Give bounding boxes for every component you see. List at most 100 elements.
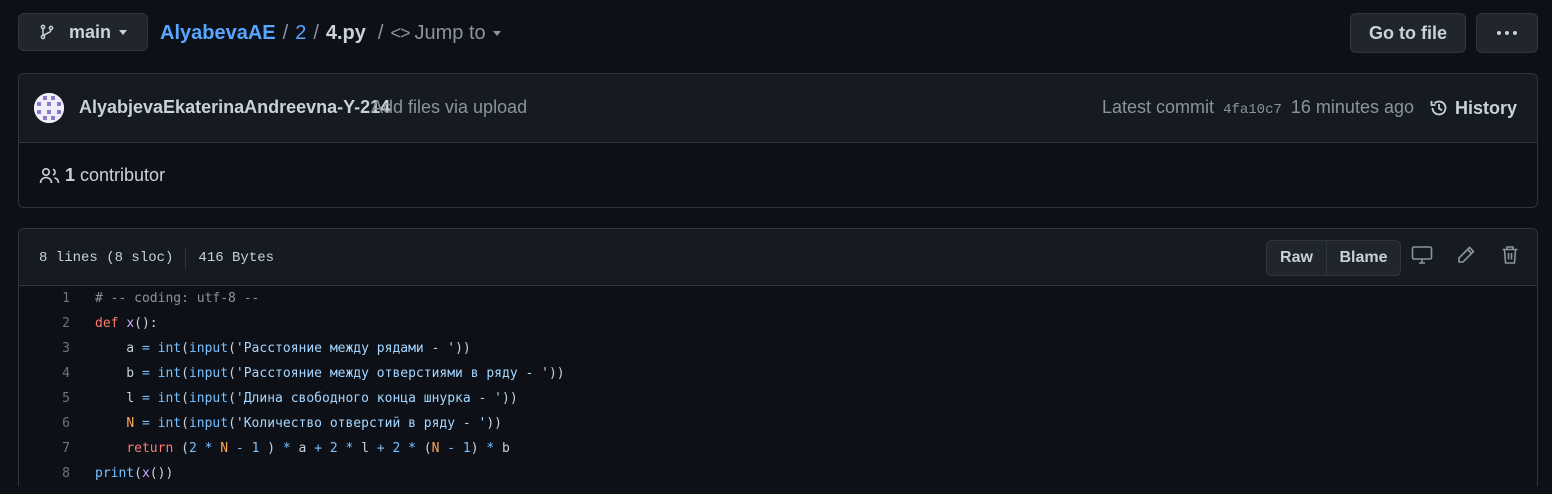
line-number[interactable]: 1 <box>19 291 95 306</box>
code-token: input <box>188 341 229 356</box>
breadcrumb: AlyabevaAE / 2 / 4.py / <> Jump to <box>160 13 501 53</box>
jump-to-label: Jump to <box>414 21 486 44</box>
blame-button[interactable]: Blame <box>1327 241 1400 275</box>
code-token: int <box>157 366 182 381</box>
code-token: * <box>408 441 416 456</box>
history-label: History <box>1454 97 1517 118</box>
code-icon: <> <box>390 22 410 43</box>
line-number[interactable]: 8 <box>19 466 95 481</box>
delete-file-button[interactable] <box>1498 243 1522 267</box>
line-code: print(x()) <box>95 466 173 481</box>
contributor-count: 1 <box>65 165 76 185</box>
code-line: 5 l = int(input('Длина свободного конца … <box>19 386 1537 411</box>
code-token: + <box>314 441 323 456</box>
code-token: )) <box>455 341 471 356</box>
latest-commit-box: AlyabjevaEkaterinaAndreevna-Y-214 Add fi… <box>18 73 1538 208</box>
line-number[interactable]: 6 <box>19 416 95 431</box>
go-to-file-button[interactable]: Go to file <box>1350 13 1466 53</box>
line-code: return (2 * N - 1 ) * a + 2 * l + 2 * (N… <box>95 441 510 456</box>
code-line: 3 a = int(input('Расстояние между рядами… <box>19 336 1537 361</box>
code-token: 'Количество отверстий в ряду - ' <box>235 416 487 431</box>
line-code: l = int(input('Длина свободного конца шн… <box>95 391 518 406</box>
code-line: 6 N = int(input('Количество отверстий в … <box>19 411 1537 436</box>
code-token: return <box>126 441 174 456</box>
breadcrumb-separator: / <box>377 21 384 44</box>
chevron-down-icon <box>119 29 128 35</box>
line-number[interactable]: 7 <box>19 441 95 456</box>
code-token: int <box>157 391 182 406</box>
code-token: + <box>376 441 385 456</box>
commit-time: 16 minutes ago <box>1290 97 1414 117</box>
code-token: l <box>353 441 377 456</box>
file-view-button-group: Raw Blame <box>1266 240 1401 276</box>
file-info: 8 lines (8 sloc) 416 Bytes <box>39 247 274 269</box>
code-token: def <box>95 316 119 331</box>
kebab-horizontal-icon <box>1497 31 1517 35</box>
commit-message-link[interactable]: Add files via upload <box>371 97 527 118</box>
commit-row: AlyabjevaEkaterinaAndreevna-Y-214 Add fi… <box>19 74 1537 143</box>
code-token: l <box>95 391 142 406</box>
code-token: b <box>494 441 510 456</box>
line-number[interactable]: 5 <box>19 391 95 406</box>
divider <box>185 247 187 269</box>
line-number[interactable]: 2 <box>19 316 95 331</box>
breadcrumb-repo-link[interactable]: AlyabevaAE <box>160 22 276 45</box>
code-token: - <box>447 441 456 456</box>
open-desktop-button[interactable] <box>1410 243 1434 267</box>
code-token: )) <box>502 391 518 406</box>
code-token: input <box>188 366 229 381</box>
raw-button[interactable]: Raw <box>1267 241 1327 275</box>
more-options-button[interactable] <box>1476 13 1538 53</box>
line-number[interactable]: 3 <box>19 341 95 356</box>
jump-to-dropdown[interactable]: <> Jump to <box>390 21 501 45</box>
code-token: ( <box>228 416 236 431</box>
code-token: # -- coding: utf-8 -- <box>95 291 260 306</box>
desktop-icon <box>1411 246 1433 264</box>
code-token: 'Длина свободного конца шнурка - ' <box>235 391 503 406</box>
commit-author-link[interactable]: AlyabjevaEkaterinaAndreevna-Y-214 <box>79 97 390 118</box>
file-viewer: 8 lines (8 sloc) 416 Bytes Raw Blame 1 # … <box>18 228 1538 486</box>
code-token: 1 <box>462 441 471 456</box>
avatar[interactable] <box>34 93 64 123</box>
code-line: 7 return (2 * N - 1 ) * a + 2 * l + 2 * … <box>19 436 1537 461</box>
history-link[interactable]: History <box>1429 95 1517 121</box>
code-line: 2 def x(): <box>19 311 1537 336</box>
code-token: x <box>141 466 150 481</box>
edit-file-button[interactable] <box>1454 243 1478 267</box>
code-token: )) <box>486 416 503 431</box>
people-icon <box>39 167 60 183</box>
latest-commit-label: Latest commit <box>1102 97 1215 117</box>
file-header: 8 lines (8 sloc) 416 Bytes Raw Blame <box>19 229 1537 286</box>
line-number[interactable]: 4 <box>19 366 95 381</box>
line-code: def x(): <box>95 316 158 331</box>
code-token: N <box>126 416 135 431</box>
code-line: 4 b = int(input('Расстояние между отверс… <box>19 361 1537 386</box>
breadcrumb-folder-link[interactable]: 2 <box>295 22 306 45</box>
code-token: * <box>282 441 291 456</box>
commit-sha-link[interactable]: 4fa10c7 <box>1223 102 1282 118</box>
code-token: = <box>141 366 150 381</box>
code-token: ( <box>228 391 236 406</box>
file-line-count: 8 lines (8 sloc) <box>39 250 174 266</box>
chevron-down-icon <box>492 30 501 36</box>
code-token: )) <box>548 366 565 381</box>
contributors-link[interactable]: 1 contributor <box>39 165 165 186</box>
branch-select-button[interactable]: main <box>18 13 148 51</box>
breadcrumb-separator: / <box>313 21 319 44</box>
code-token: 'Расстояние между отверстиями в ряду - ' <box>235 366 549 381</box>
breadcrumb-separator: / <box>282 21 289 44</box>
code-token: a <box>95 341 142 356</box>
file-size: 416 Bytes <box>198 250 275 266</box>
code-token: - <box>235 441 244 456</box>
breadcrumb-current-file: 4.py <box>325 21 366 44</box>
